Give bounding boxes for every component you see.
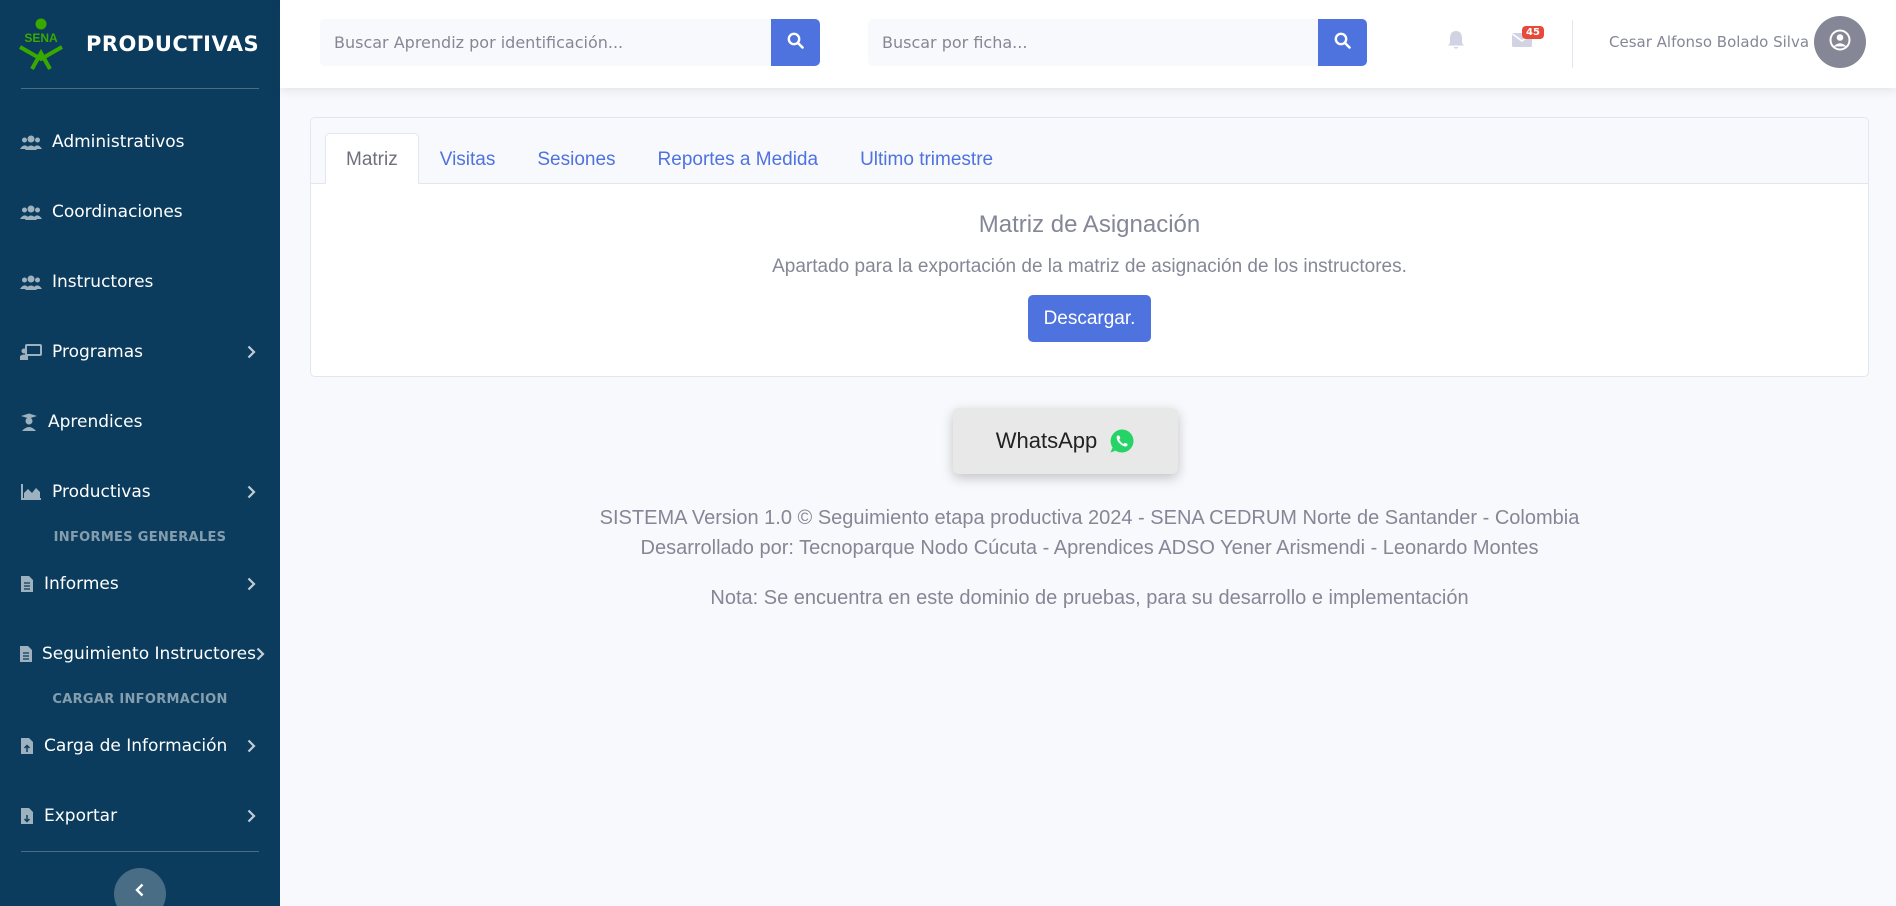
sidebar-item-seguimiento-instructores[interactable]: Seguimiento Instructores <box>0 619 280 689</box>
chart-area-icon <box>20 483 42 501</box>
chevron-right-icon <box>244 343 258 361</box>
graduate-icon <box>18 413 40 431</box>
chevron-right-icon <box>244 737 258 755</box>
sidebar-item-programas[interactable]: Programas <box>0 317 280 387</box>
tab-reportes-a-medida[interactable]: Reportes a Medida <box>637 133 840 184</box>
sidebar-item-label: Informes <box>44 574 119 594</box>
avatar[interactable] <box>1814 16 1866 68</box>
search-icon <box>787 32 804 53</box>
search-ficha-button[interactable] <box>1318 19 1367 66</box>
sidebar-item-label: Exportar <box>44 806 118 826</box>
footer-copyright: SISTEMA Version 1.0 © Seguimiento etapa … <box>599 507 1580 529</box>
chevron-right-icon <box>256 645 265 663</box>
sidebar-item-productivas[interactable]: Productivas <box>0 457 280 527</box>
sidebar-item-label: Instructores <box>52 272 154 292</box>
search-aprendiz-button[interactable] <box>771 19 820 66</box>
alerts-button[interactable] <box>1444 30 1468 54</box>
sidebar-item-label: Administrativos <box>52 132 185 152</box>
sidebar-item-label: Aprendices <box>48 412 143 432</box>
sidebar-item-carga-de-informacion[interactable]: Carga de Información <box>0 711 280 781</box>
sidebar-heading-informes: INFORMES GENERALES <box>53 530 227 545</box>
chevron-right-icon <box>244 575 258 593</box>
chevron-left-icon <box>135 882 145 901</box>
search-aprendiz-input[interactable] <box>320 19 771 66</box>
brand-title: PRODUCTIVAS <box>86 32 260 56</box>
topbar-divider <box>1572 20 1573 68</box>
search-ficha-input[interactable] <box>868 19 1318 66</box>
sidebar-item-label: Coordinaciones <box>52 202 183 222</box>
tab-ultimo-trimestre[interactable]: Ultimo trimestre <box>839 133 1014 184</box>
search-ficha <box>868 19 1367 66</box>
tab-sesiones[interactable]: Sesiones <box>516 133 636 184</box>
tabs: Matriz Visitas Sesiones Reportes a Medid… <box>325 133 1014 184</box>
search-aprendiz <box>320 19 820 66</box>
users-icon <box>20 133 42 151</box>
users-icon <box>20 203 42 221</box>
panel-description: Apartado para la exportación de la matri… <box>772 256 1407 277</box>
main-card: Matriz Visitas Sesiones Reportes a Medid… <box>310 117 1869 377</box>
brand[interactable]: SENA PRODUCTIVAS <box>0 0 280 88</box>
download-button[interactable]: Descargar. <box>1027 295 1152 342</box>
users-icon <box>20 273 42 291</box>
panel-title: Matriz de Asignación <box>978 211 1201 238</box>
logo-text: SENA <box>24 31 58 45</box>
chevron-right-icon <box>244 807 258 825</box>
whatsapp-button[interactable]: WhatsApp <box>953 408 1178 474</box>
card-header: Matriz Visitas Sesiones Reportes a Medid… <box>311 118 1868 184</box>
sidebar-item-label: Productivas <box>52 482 151 502</box>
file-icon <box>20 575 34 593</box>
bell-icon <box>1447 30 1465 54</box>
chevron-right-icon <box>244 483 258 501</box>
sidebar-item-exportar[interactable]: Exportar <box>0 781 280 851</box>
sidebar-item-administrativos[interactable]: Administrativos <box>0 107 280 177</box>
file-upload-icon <box>20 737 34 755</box>
sidebar-item-coordinaciones[interactable]: Coordinaciones <box>0 177 280 247</box>
sena-logo-icon: SENA <box>14 17 68 71</box>
user-circle-icon <box>1829 29 1851 55</box>
search-icon <box>1334 32 1351 53</box>
whatsapp-icon <box>1109 428 1135 454</box>
sidebar-item-instructores[interactable]: Instructores <box>0 247 280 317</box>
sidebar-item-label: Programas <box>52 342 144 362</box>
sidebar-toggle-button[interactable] <box>114 868 166 906</box>
sidebar-item-aprendices[interactable]: Aprendices <box>0 387 280 457</box>
messages-button[interactable]: 45 <box>1510 26 1544 54</box>
sidebar-divider <box>21 851 259 852</box>
footer-note: Nota: Se encuentra en este dominio de pr… <box>710 587 1469 609</box>
sidebar-item-informes[interactable]: Informes <box>0 549 280 619</box>
file-icon <box>20 645 32 663</box>
sidebar-item-label: Carga de Información <box>44 736 228 756</box>
chalkboard-icon <box>20 343 42 361</box>
footer-credits: Desarrollado por: Tecnoparque Nodo Cúcut… <box>640 537 1539 559</box>
whatsapp-label: WhatsApp <box>995 428 1098 453</box>
messages-count-badge: 45 <box>1522 26 1544 39</box>
user-name[interactable]: Cesar Alfonso Bolado Silva <box>1609 33 1809 51</box>
sidebar-item-label: Seguimiento Instructores <box>42 644 256 664</box>
sidebar: SENA PRODUCTIVAS Administrativos Coordin… <box>0 0 280 906</box>
tab-visitas[interactable]: Visitas <box>419 133 517 184</box>
topbar: 45 Cesar Alfonso Bolado Silva <box>280 0 1896 88</box>
file-export-icon <box>20 807 34 825</box>
sidebar-heading-cargar: CARGAR INFORMACION <box>52 692 228 707</box>
card-body: Matriz de Asignación Apartado para la ex… <box>311 211 1868 342</box>
tab-matriz[interactable]: Matriz <box>325 133 419 184</box>
